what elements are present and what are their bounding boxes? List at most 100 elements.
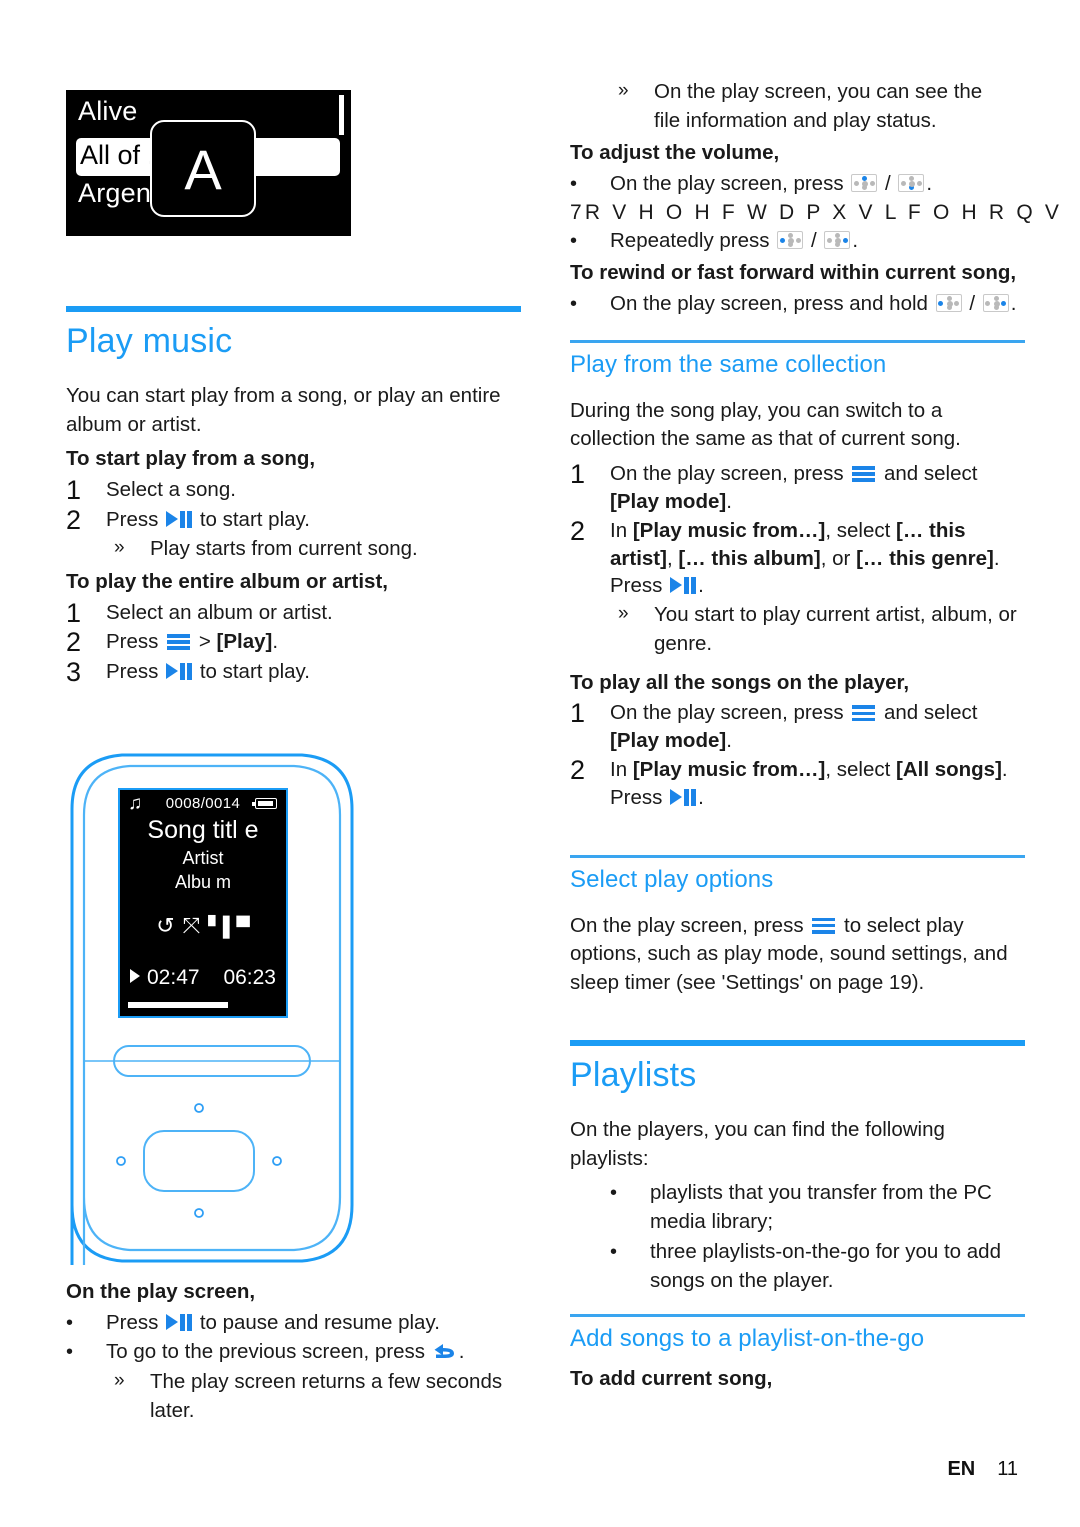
step-text: On the play screen, press and select [Pl… (610, 461, 978, 513)
section-rule-thin (570, 855, 1025, 858)
play-pause-icon (670, 577, 697, 595)
step-text: In [Play music from…], select [All songs… (610, 758, 1008, 810)
footer-language: EN (947, 1458, 976, 1480)
now-playing-album: Albu m (174, 872, 232, 892)
menu-icon (812, 917, 836, 934)
step-text-pre: Press (106, 659, 159, 683)
bullet-repeatedly-press: • Repeatedly press / . (570, 227, 1080, 256)
subhead-add-current-song: To add current song, (570, 1366, 773, 1390)
step-number: 1 (570, 458, 586, 489)
step-press-play-start-2: 3 Press to start play. (66, 658, 521, 687)
battery-icon (252, 798, 277, 809)
bullet-text: Press to pause and resume play. (106, 1310, 440, 1334)
bullet-text: three playlists-on-the-go for you to add… (650, 1239, 1001, 1292)
section-play-from-same-collection: Play from the same collection During the… (570, 340, 1025, 813)
lcd-list-item-1: Alive (78, 96, 138, 126)
step-text-post: . (272, 630, 279, 654)
left-column-bottom: On the play screen, • Press to pause and… (66, 1274, 521, 1426)
step-all-select-all-songs: 2 In [Play music from…], select [All son… (570, 756, 1025, 812)
now-playing-artist: Artist (182, 848, 224, 868)
step-number: 2 (570, 515, 586, 546)
bullet-previous-screen: • To go to the previous screen, press . (66, 1338, 521, 1367)
garbled-encoded-line: 7R V H O H F W D P X V L F O H R Q V (570, 200, 1063, 224)
note-text: The play screen returns a few seconds la… (150, 1370, 503, 1422)
nav-key-right-icon (982, 294, 1009, 313)
step-number: 3 (66, 656, 82, 687)
menu-option-play-mode: [Play mode] (610, 489, 727, 513)
menu-option-play-music-from: [Play music from…] (632, 758, 826, 782)
heading-play-from-same-collection: Play from the same collection (570, 351, 887, 378)
lcd-scrollbar (339, 95, 344, 135)
note-marker: » (114, 537, 125, 559)
step-select-a-song: 1 Select a song. (66, 476, 521, 505)
step-coll-select-source: 2 In [Play music from…], select [… this … (570, 517, 1025, 601)
note-marker: » (114, 1370, 125, 1392)
play-pause-icon (166, 1313, 193, 1331)
subhead-start-play-from-song: To start play from a song, (66, 447, 316, 471)
progress-bar (128, 1002, 228, 1008)
step-text-chevron: > (198, 630, 211, 654)
left-column: Play music You can start play from a son… (66, 306, 521, 687)
manual-page: Alive All of ...e Argentina A Play music… (0, 0, 1080, 1527)
note-marker: » (618, 603, 629, 625)
step-number: 2 (66, 627, 82, 658)
device-status-bar: ♫ 0008/0014 (120, 794, 286, 814)
page-footer: EN 11 (947, 1458, 1018, 1481)
nav-key-up-icon (851, 174, 878, 193)
lcd-letter-overlay: A (150, 120, 256, 217)
bullet-text: Repeatedly press / . (610, 228, 859, 252)
step-text-post: to start play. (199, 507, 310, 531)
step-text: Press to start play. (106, 658, 521, 686)
menu-icon (167, 634, 191, 651)
bullet-playlists-from-pc: • playlists that you transfer from the P… (570, 1179, 1025, 1236)
menu-icon (852, 705, 876, 722)
section-rule-thick (570, 1040, 1025, 1046)
menu-option-this-album: [… this album] (678, 546, 821, 570)
collection-intro: During the song play, you can switch to … (570, 398, 961, 451)
step-text: Select an album or artist. (106, 600, 333, 624)
play-pause-icon (670, 789, 697, 807)
shuffle-icon: ⤧ (182, 913, 209, 938)
device-play-screen: ♫ 0008/0014 Song titl e Artist Albu m ↺⤧… (118, 788, 288, 1018)
bullet-marker: • (66, 1341, 74, 1364)
play-music-intro: You can start play from a song, or play … (66, 384, 501, 436)
step-text: In [Play music from…], select [… this ar… (610, 518, 1000, 598)
bullet-marker: • (610, 1182, 618, 1205)
step-number: 2 (570, 755, 586, 786)
repeat-icon: ↺ (156, 913, 183, 938)
section-select-play-options: Select play options On the play screen, … (570, 855, 1025, 1000)
section-add-songs: Add songs to a playlist-on-the-go To add… (570, 1314, 1025, 1395)
step-select-album-artist: 1 Select an album or artist. (66, 599, 521, 628)
bullet-marker: • (570, 229, 578, 252)
bullet-playlists-on-the-go: • three playlists-on-the-go for you to a… (570, 1238, 1025, 1295)
bullet-marker: • (570, 293, 578, 316)
step-press-play-start: 2 Press to start play. (66, 506, 521, 535)
note-play-starts-current-song: » Play starts from current song. (66, 535, 521, 564)
menu-icon (852, 465, 876, 482)
bullet-text: To go to the previous screen, press . (106, 1340, 465, 1364)
menu-option-all-songs: [All songs] (896, 758, 1002, 782)
section-rule-thin (570, 340, 1025, 343)
subhead-adjust-volume: To adjust the volume, (570, 141, 780, 165)
menu-option-this-genre: [… this genre] (856, 546, 994, 570)
step-text-pre: Press (106, 630, 159, 654)
note-start-play-current: » You start to play current artist, albu… (570, 601, 1025, 658)
bullet-press-play-pause: • Press to pause and resume play. (66, 1309, 521, 1338)
subhead-play-entire-album-artist: To play the entire album or artist, (66, 569, 388, 593)
elapsed-time: 02:47 (130, 966, 200, 990)
step-number: 2 (66, 504, 82, 535)
step-text: Press > [Play]. (106, 628, 521, 656)
subhead-on-the-play-screen: On the play screen, (66, 1280, 256, 1303)
back-arrow-icon (433, 1342, 457, 1360)
footer-page-number: 11 (997, 1458, 1018, 1480)
section-playlists: Playlists On the players, you can find t… (570, 1040, 1025, 1296)
step-coll-press-menu: 1 On the play screen, press and select [… (570, 460, 1025, 516)
step-text: Select a song. (106, 478, 236, 502)
section-rule-thin (570, 1314, 1025, 1317)
note-marker: » (618, 80, 629, 101)
mp3-player-illustration: ♫ 0008/0014 Song titl e Artist Albu m ↺⤧… (66, 745, 358, 1265)
bullet-marker: • (570, 173, 578, 196)
bullet-text: On the play screen, press and hold / . (610, 292, 1017, 316)
step-text-post: to start play. (199, 659, 310, 683)
play-status-icon (130, 969, 140, 983)
